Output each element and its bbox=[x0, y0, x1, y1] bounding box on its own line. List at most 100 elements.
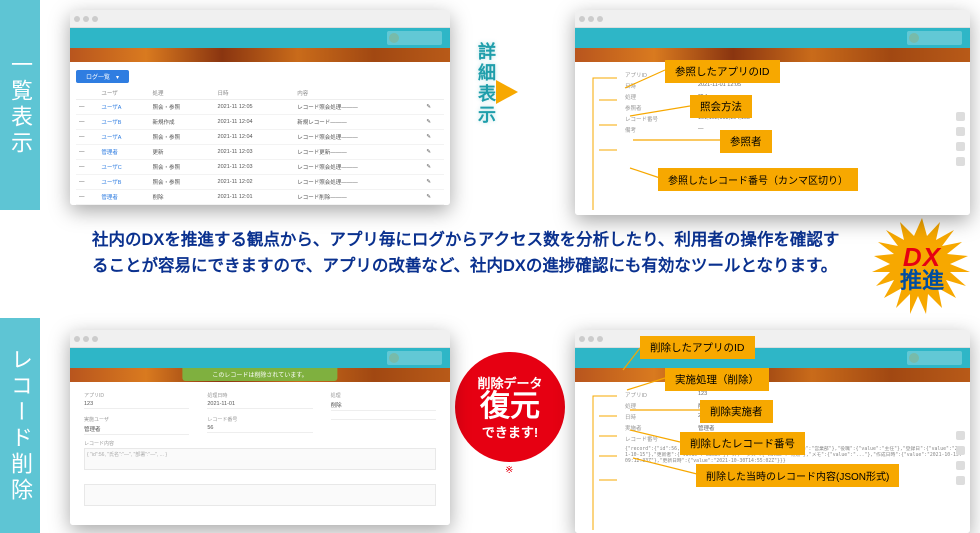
header-ribbon bbox=[70, 48, 450, 62]
starburst-line2: 推進 bbox=[900, 270, 944, 292]
table-cell: 管理者 bbox=[98, 190, 149, 205]
table-header: 内容 bbox=[294, 87, 423, 100]
table-cell: 削除 bbox=[150, 190, 215, 205]
detail-key: 備考 bbox=[625, 126, 680, 134]
app-topbar bbox=[575, 28, 970, 48]
tag-viewer: 参照者 bbox=[720, 130, 772, 153]
table-row[interactable]: —ユーザB照会・参照2021-11 12:02レコード照会処理———✎ bbox=[76, 175, 444, 190]
table-header: 日時 bbox=[215, 87, 295, 100]
edit-icon[interactable]: ✎ bbox=[423, 115, 444, 130]
table-cell: 更新 bbox=[150, 145, 215, 160]
connector-lines-icon bbox=[587, 390, 621, 533]
detail-value: 2021-11-01 12:05 bbox=[698, 82, 741, 90]
detail-value: — bbox=[698, 126, 704, 134]
detail-key: 日時 bbox=[625, 413, 680, 421]
table-cell: — bbox=[76, 160, 98, 175]
detail-value: 123 bbox=[698, 391, 707, 399]
detail-key: レコード番号 bbox=[625, 115, 680, 123]
table-cell: — bbox=[76, 115, 98, 130]
json-textarea[interactable]: { "id":56, "氏名":"—", "部署":"—", ... } bbox=[84, 448, 436, 470]
edit-icon[interactable]: ✎ bbox=[423, 130, 444, 145]
avatar bbox=[907, 31, 962, 45]
restore-badge: 削除データ 復元 できます! bbox=[455, 352, 565, 462]
form-label: アプリID bbox=[84, 392, 189, 399]
table-cell: ユーザC bbox=[98, 160, 149, 175]
form-label: レコード番号 bbox=[207, 416, 312, 423]
detail-row: 備考 — bbox=[625, 126, 964, 134]
form-label: 実施ユーザ bbox=[84, 416, 189, 423]
table-cell: ユーザA bbox=[98, 205, 149, 206]
table-cell: レコード照会処理——— bbox=[294, 100, 423, 115]
table-cell: ユーザB bbox=[98, 115, 149, 130]
detail-key: 処理 bbox=[625, 402, 680, 410]
edit-icon[interactable]: ✎ bbox=[423, 205, 444, 206]
table-cell: — bbox=[76, 190, 98, 205]
detail-row: 処理照会 bbox=[625, 93, 964, 101]
header-ribbon: このレコードは削除されています。 bbox=[70, 368, 450, 382]
table-cell: レコード照会処理——— bbox=[294, 130, 423, 145]
edit-icon[interactable]: ✎ bbox=[423, 145, 444, 160]
avatar bbox=[907, 351, 962, 365]
form-value: 削除 bbox=[331, 400, 436, 411]
browser-chrome bbox=[575, 10, 970, 28]
dx-starburst: DX 推進 bbox=[872, 218, 972, 318]
table-cell: 2021-11 12:01 bbox=[215, 205, 295, 206]
tag-ref-app-id: 参照したアプリのID bbox=[665, 60, 780, 83]
notes-textarea[interactable] bbox=[84, 484, 436, 506]
restore-line2: 復元 bbox=[480, 392, 540, 422]
detail-row: レコード番号101,102,103,104,105 bbox=[625, 115, 964, 123]
detail-row: アプリID 123 bbox=[625, 391, 964, 399]
side-tools bbox=[956, 428, 966, 488]
table-row[interactable]: —ユーザA照会・参照2021-11 12:05レコード照会処理———✎ bbox=[76, 100, 444, 115]
spacer bbox=[84, 476, 436, 483]
form-value bbox=[331, 417, 436, 420]
table-row[interactable]: —ユーザA照会・参照2021-11 12:01レコード照会処理———✎ bbox=[76, 205, 444, 206]
table-cell: 2021-11 12:03 bbox=[215, 145, 295, 160]
form-cell bbox=[331, 416, 436, 435]
edit-icon[interactable]: ✎ bbox=[423, 190, 444, 205]
form-value: 56 bbox=[207, 424, 312, 433]
table-cell: — bbox=[76, 130, 98, 145]
view-dropdown[interactable]: ログ一覧 ▾ bbox=[76, 70, 129, 83]
edit-icon[interactable]: ✎ bbox=[423, 160, 444, 175]
table-row[interactable]: —ユーザA照会・参照2021-11 12:04レコード照会処理———✎ bbox=[76, 130, 444, 145]
detail-key: 処理 bbox=[625, 93, 680, 101]
tag-method: 照会方法 bbox=[690, 95, 752, 118]
table-cell: 2021-11 12:04 bbox=[215, 130, 295, 145]
table-row[interactable]: —管理者削除2021-11 12:01レコード削除———✎ bbox=[76, 190, 444, 205]
tag-proc: 実施処理（削除） bbox=[665, 368, 769, 391]
table-cell: 照会・参照 bbox=[150, 205, 215, 206]
detail-row: 実施者管理者 bbox=[625, 424, 964, 432]
table-row[interactable]: —管理者更新2021-11 12:03レコード更新———✎ bbox=[76, 145, 444, 160]
edit-icon[interactable]: ✎ bbox=[423, 100, 444, 115]
table-cell: レコード削除——— bbox=[294, 190, 423, 205]
table-row[interactable]: —ユーザC照会・参照2021-11 12:03レコード照会処理———✎ bbox=[76, 160, 444, 175]
detail-row: 処理削除 bbox=[625, 402, 964, 410]
form-cell: レコード番号56 bbox=[207, 416, 312, 435]
browser-chrome bbox=[575, 330, 970, 348]
table-cell: レコード照会処理——— bbox=[294, 175, 423, 190]
detail-key: 日時 bbox=[625, 82, 680, 90]
table-cell: 照会・参照 bbox=[150, 175, 215, 190]
form-label: レコード内容 bbox=[84, 440, 436, 447]
table-cell: — bbox=[76, 145, 98, 160]
starburst-line1: DX bbox=[900, 244, 944, 270]
table-cell: — bbox=[76, 205, 98, 206]
side-label-list: 一覧表示 bbox=[0, 0, 40, 210]
screenshot-list-view: ログ一覧 ▾ ユーザ処理日時内容 —ユーザA照会・参照2021-11 12:05… bbox=[70, 10, 450, 205]
tag-ref-records: 参照したレコード番号（カンマ区切り） bbox=[658, 168, 858, 191]
table-header: 処理 bbox=[150, 87, 215, 100]
table-header: ユーザ bbox=[98, 87, 149, 100]
table-cell: 2021-11 12:01 bbox=[215, 190, 295, 205]
edit-icon[interactable]: ✎ bbox=[423, 175, 444, 190]
detail-key: アプリID bbox=[625, 391, 680, 399]
table-cell: 新規レコード——— bbox=[294, 115, 423, 130]
form-row: 実施ユーザ管理者レコード番号56 bbox=[84, 416, 436, 435]
table-header bbox=[76, 87, 98, 100]
browser-chrome bbox=[70, 10, 450, 28]
connector-lines-icon bbox=[587, 70, 621, 215]
detail-value: 管理者 bbox=[698, 424, 715, 432]
table-cell: 2021-11 12:03 bbox=[215, 160, 295, 175]
table-row[interactable]: —ユーザB新規作成2021-11 12:04新規レコード———✎ bbox=[76, 115, 444, 130]
table-cell: 2021-11 12:05 bbox=[215, 100, 295, 115]
